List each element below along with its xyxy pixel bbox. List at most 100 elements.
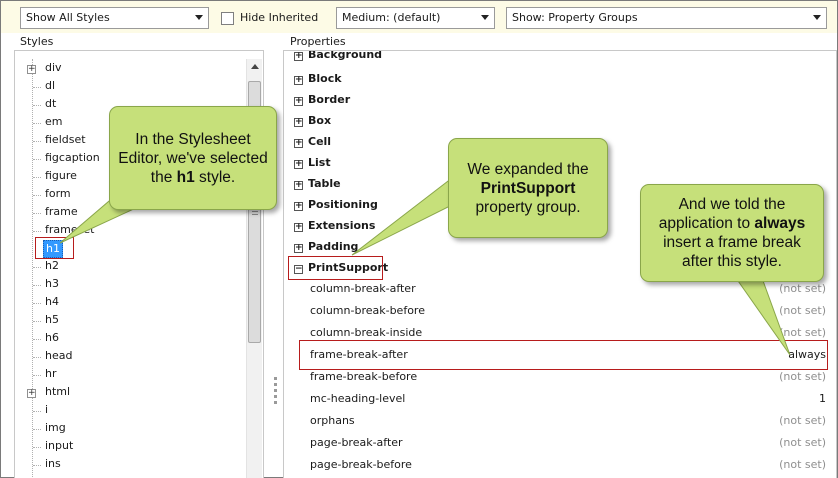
frame-break-after-highlight-box <box>299 340 828 370</box>
plus-box-icon[interactable]: + <box>294 244 303 253</box>
group-label: Padding <box>308 240 359 253</box>
callout-h1-selected: In the Stylesheet Editor, we've selected… <box>109 106 277 210</box>
tree-connector <box>33 447 41 448</box>
tree-item-div[interactable]: div <box>43 60 62 78</box>
tree-item-ins[interactable]: ins <box>43 456 61 474</box>
plus-box-icon[interactable]: + <box>294 139 303 148</box>
prop-name[interactable]: column-break-before <box>310 302 425 320</box>
tree-item-hr[interactable]: hr <box>43 366 57 384</box>
tree-item-figcaption[interactable]: figcaption <box>43 150 100 168</box>
tree-item-h4[interactable]: h4 <box>43 294 59 312</box>
group-padding[interactable]: + Padding <box>294 238 358 256</box>
group-box[interactable]: + Box <box>294 112 331 130</box>
tree-item-h6[interactable]: h6 <box>43 330 59 348</box>
group-extensions[interactable]: + Extensions <box>294 217 375 235</box>
tree-connector <box>33 411 41 412</box>
callout-2-before: We expanded the <box>467 160 589 178</box>
tree-connector <box>33 339 41 340</box>
group-list[interactable]: + List <box>294 154 331 172</box>
tree-item-h5[interactable]: h5 <box>43 312 59 330</box>
group-label: Background <box>308 50 383 61</box>
hide-inherited-checkbox[interactable] <box>221 12 234 25</box>
prop-name[interactable]: column-break-after <box>310 280 416 298</box>
grip-line <box>252 214 258 215</box>
tree-connector <box>33 177 41 178</box>
tree-item-dl[interactable]: dl <box>43 78 55 96</box>
plus-box-icon[interactable]: + <box>294 181 303 190</box>
callout-3-after: insert a frame break after this style. <box>663 234 801 270</box>
toolbar: Show All Styles Hide Inherited Medium: (… <box>1 1 837 33</box>
tree-connector <box>33 465 41 466</box>
group-label: Block <box>308 72 342 85</box>
plus-box-icon[interactable]: + <box>294 76 303 85</box>
prop-name[interactable]: mc-heading-level <box>310 390 405 408</box>
tree-item-form[interactable]: form <box>43 186 71 204</box>
plus-box-icon[interactable]: + <box>294 97 303 106</box>
prop-value[interactable]: (not set) <box>779 434 826 452</box>
tree-item-figure[interactable]: figure <box>43 168 77 186</box>
prop-value[interactable]: (not set) <box>779 280 826 298</box>
tree-connector <box>33 429 41 430</box>
callout-2-text: We expanded the PrintSupport property gr… <box>457 160 599 217</box>
group-cell[interactable]: + Cell <box>294 133 331 151</box>
tree-item-input[interactable]: input <box>43 438 73 456</box>
group-border[interactable]: + Border <box>294 91 350 109</box>
tree-connector <box>33 285 41 286</box>
show-mode-dropdown[interactable]: Show: Property Groups <box>506 7 827 29</box>
splitter-grip <box>274 377 277 380</box>
plus-box-icon[interactable]: + <box>294 202 303 211</box>
tree-item-h3[interactable]: h3 <box>43 276 59 294</box>
tree-connector <box>33 303 41 304</box>
tree-item-img[interactable]: img <box>43 420 66 438</box>
tree-item-frame[interactable]: frame <box>43 204 78 222</box>
group-label: Cell <box>308 135 332 148</box>
tree-item-head[interactable]: head <box>43 348 72 366</box>
callout-2-after: property group. <box>475 198 581 216</box>
group-label: Box <box>308 114 332 127</box>
plus-box-icon[interactable]: + <box>27 65 36 74</box>
group-block[interactable]: + Block <box>294 70 342 88</box>
tree-item-fieldset[interactable]: fieldset <box>43 132 86 150</box>
prop-name[interactable]: orphans <box>310 412 355 430</box>
group-positioning[interactable]: + Positioning <box>294 196 378 214</box>
prop-name[interactable]: frame-break-before <box>310 368 417 386</box>
tree-connector-line <box>32 59 33 478</box>
tree-item-em[interactable]: em <box>43 114 62 132</box>
prop-value[interactable]: (not set) <box>779 412 826 430</box>
plus-box-icon[interactable]: + <box>294 118 303 127</box>
tree-connector <box>33 87 41 88</box>
callout-1-bold: h1 <box>176 168 195 186</box>
tree-connector <box>33 195 41 196</box>
group-table[interactable]: + Table <box>294 175 341 193</box>
plus-box-icon[interactable]: + <box>294 160 303 169</box>
prop-value[interactable]: (not set) <box>779 456 826 474</box>
callout-printsupport-expanded: We expanded the PrintSupport property gr… <box>448 138 608 238</box>
styles-filter-dropdown[interactable]: Show All Styles <box>20 7 209 29</box>
prop-name[interactable]: page-break-before <box>310 456 412 474</box>
prop-name[interactable]: page-break-after <box>310 434 403 452</box>
tree-item-html[interactable]: html <box>43 384 70 402</box>
group-label: Table <box>308 177 341 190</box>
plus-box-icon[interactable]: + <box>27 389 36 398</box>
callout-3-bold: always <box>754 215 806 232</box>
prop-value[interactable]: 1 <box>819 390 826 408</box>
group-background-truncated[interactable]: + Background <box>294 50 383 64</box>
tree-connector <box>33 267 41 268</box>
callout-2-bold: PrintSupport <box>480 179 576 197</box>
plus-box-icon[interactable]: + <box>294 223 303 232</box>
scroll-up-arrow-icon[interactable] <box>251 64 259 69</box>
splitter-grip <box>274 401 277 404</box>
plus-box-icon[interactable]: + <box>294 52 303 61</box>
printsupport-highlight-box <box>288 256 383 280</box>
tree-item-dt[interactable]: dt <box>43 96 56 114</box>
medium-dropdown[interactable]: Medium: (default) <box>336 7 495 29</box>
tree-item-i[interactable]: i <box>43 402 48 420</box>
tree-connector <box>33 141 41 142</box>
tree-item-h2[interactable]: h2 <box>43 258 59 276</box>
hide-inherited-label: Hide Inherited <box>240 11 319 24</box>
splitter-grip <box>274 383 277 386</box>
prop-value[interactable]: (not set) <box>779 368 826 386</box>
group-label: Extensions <box>308 219 376 232</box>
chevron-down-icon <box>195 15 203 20</box>
prop-value[interactable]: (not set) <box>779 302 826 320</box>
